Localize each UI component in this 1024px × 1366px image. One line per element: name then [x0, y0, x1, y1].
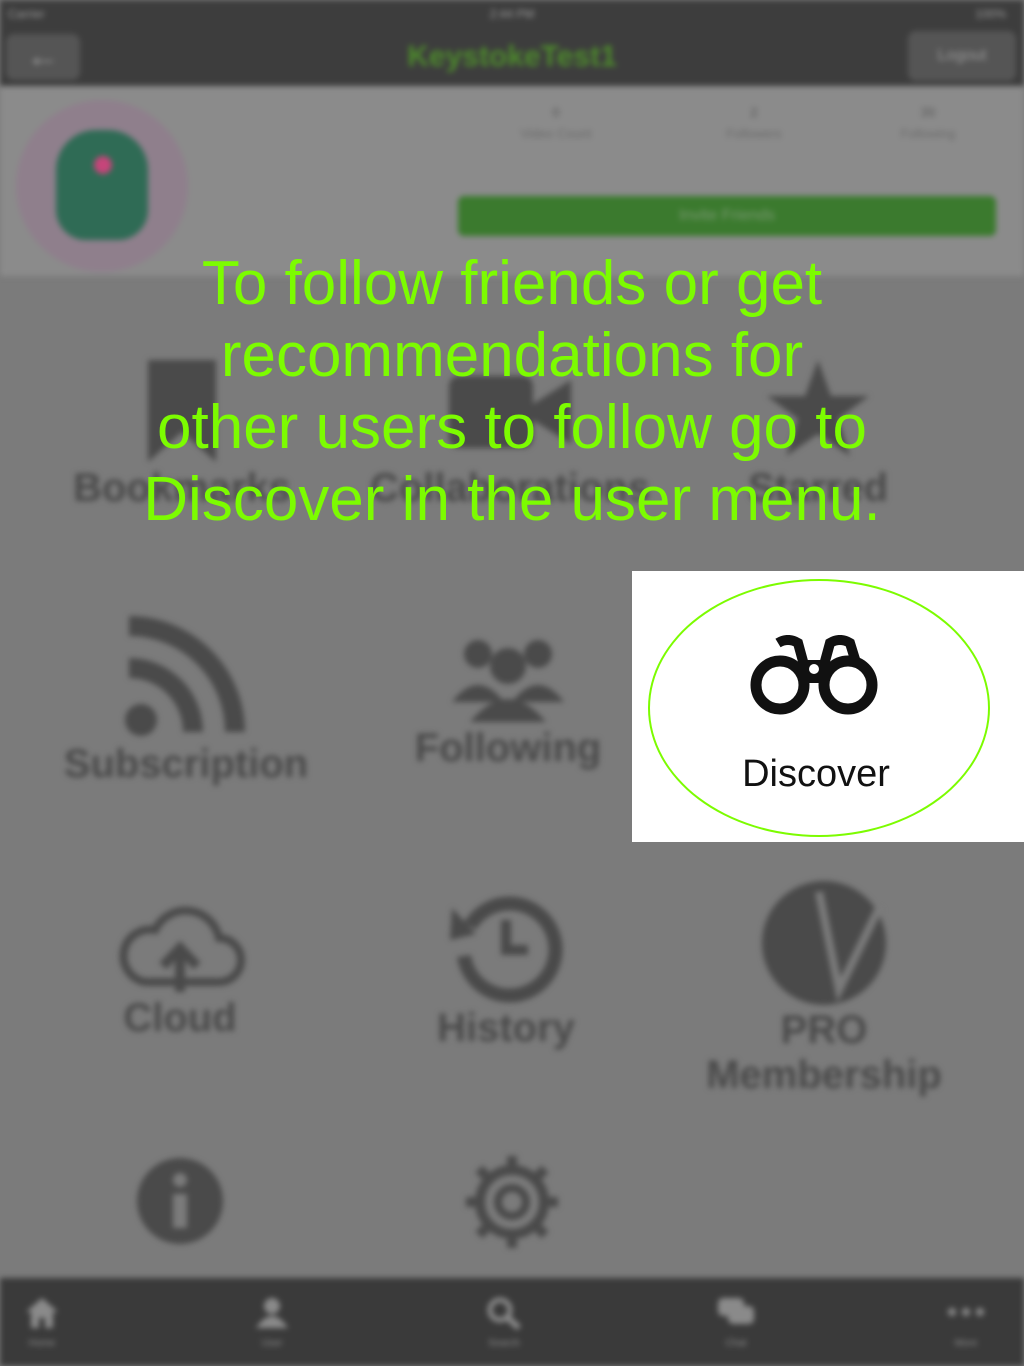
pro-badge-icon	[762, 881, 886, 1005]
tab-label: Home	[28, 1338, 56, 1349]
overlay-line: recommendations for	[220, 321, 804, 390]
stat-value: 30	[920, 104, 936, 120]
overlay-line: To follow friends or get	[201, 249, 823, 318]
clock: 2:44 PM	[489, 7, 535, 21]
more-icon	[948, 1308, 984, 1316]
status-bar: Carrier 2:44 PM 100%	[0, 0, 1024, 28]
search-icon	[487, 1297, 522, 1330]
nav-bar: ← KeystokeTest1 Logout	[0, 28, 1024, 86]
menu-pro-membership[interactable]: PRO Membership	[674, 878, 974, 1098]
menu-label: Cloud	[123, 996, 237, 1040]
rss-feed-icon	[125, 616, 245, 736]
menu-label: History	[437, 1006, 575, 1050]
chat-icon	[718, 1298, 754, 1324]
tab-more[interactable]: More	[906, 1278, 1024, 1366]
avatar-eye	[94, 156, 112, 174]
stat-following[interactable]: 30 Following	[858, 104, 998, 141]
menu-history[interactable]: History	[356, 886, 656, 1051]
menu-label: Following	[414, 726, 602, 770]
history-icon	[450, 896, 563, 1003]
discover-highlight-card[interactable]: Discover	[632, 571, 1024, 842]
battery-indicator: 100%	[975, 7, 1006, 21]
tab-label: Search	[488, 1338, 520, 1349]
overlay-line: Discover in the user menu.	[143, 465, 881, 534]
stat-label: Followers	[726, 126, 782, 141]
menu-info[interactable]	[30, 1156, 330, 1246]
stat-followers[interactable]: 2 Followers	[684, 104, 824, 141]
tab-home[interactable]: Home	[0, 1278, 102, 1366]
stat-video-count[interactable]: 0 Video Count	[486, 104, 626, 141]
page-title: KeystokeTest1	[407, 40, 617, 73]
logout-button[interactable]: Logout	[908, 31, 1016, 81]
menu-label: Membership	[706, 1053, 942, 1097]
overlay-line: other users to follow go to	[157, 393, 867, 462]
stat-value: 0	[552, 104, 560, 120]
stat-value: 2	[750, 104, 758, 120]
info-icon	[137, 1158, 223, 1244]
tab-label: Chat	[725, 1338, 747, 1349]
stat-label: Following	[900, 126, 956, 141]
tab-label: User	[261, 1338, 283, 1349]
menu-subscription[interactable]: Subscription	[36, 612, 336, 787]
tutorial-overlay-text: To follow friends or get recommendations…	[0, 248, 1024, 536]
menu-label: PRO	[780, 1008, 868, 1052]
gear-icon	[466, 1156, 558, 1248]
tab-chat[interactable]: Chat	[676, 1278, 796, 1366]
tab-bar: Home User Search Chat More	[0, 1278, 1024, 1366]
tab-user[interactable]: User	[212, 1278, 332, 1366]
tab-search[interactable]: Search	[444, 1278, 564, 1366]
discover-label: Discover	[742, 753, 890, 795]
avatar[interactable]	[16, 100, 188, 272]
user-icon	[256, 1298, 288, 1328]
menu-settings[interactable]	[362, 1152, 662, 1252]
tab-label: More	[954, 1338, 978, 1349]
binoculars-icon	[750, 635, 878, 715]
cloud-upload-icon	[119, 906, 245, 992]
stat-label: Video Count	[520, 126, 592, 141]
menu-label: Subscription	[63, 742, 309, 786]
people-icon	[452, 640, 564, 722]
home-icon	[26, 1298, 58, 1328]
avatar-monster	[56, 130, 148, 240]
menu-cloud[interactable]: Cloud	[30, 896, 330, 1041]
invite-friends-button[interactable]: Invite Friends	[458, 196, 996, 236]
menu-following[interactable]: Following	[358, 626, 658, 771]
